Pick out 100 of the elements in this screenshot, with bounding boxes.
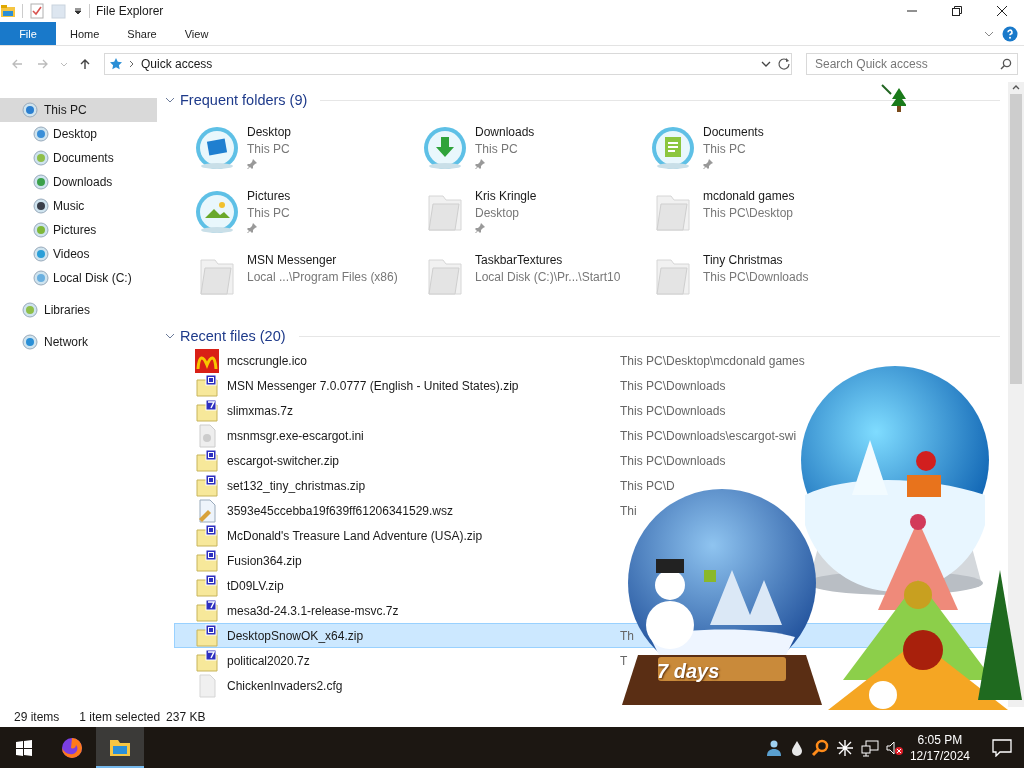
ribbon-tab[interactable]: Share	[113, 22, 171, 45]
file-row[interactable]: mcscrungle.ico This PC\Desktop\mcdonald games	[174, 348, 1000, 373]
sidebar-item[interactable]: This PC	[0, 98, 157, 122]
archive-icon	[195, 648, 219, 673]
orb-icon	[33, 174, 49, 190]
orb-icon[interactable]	[193, 188, 241, 236]
file-path: This PC\Downloads	[620, 453, 726, 468]
dropdown-icon[interactable]	[761, 60, 771, 68]
folder-name[interactable]: Desktop	[247, 125, 292, 139]
ribbon-tab[interactable]: View	[170, 22, 223, 45]
file-name: 3593e45ccebba19f639ff61206341529.wsz	[227, 503, 454, 518]
archive-icon	[195, 523, 219, 548]
windows-logo-icon[interactable]	[16, 739, 32, 756]
asterisk-icon[interactable]	[835, 738, 854, 757]
chevron-icon	[129, 60, 135, 68]
file-path: This PC\Desktop\mcdonald games	[620, 353, 805, 368]
taskbar-app-button[interactable]	[96, 727, 144, 768]
chevron-icon[interactable]	[165, 95, 175, 105]
file-name: mcscrungle.ico	[227, 353, 309, 368]
person-icon[interactable]	[764, 738, 783, 757]
search-field[interactable]: Search Quick access	[806, 53, 1018, 75]
file-name: DesktopSnowOK_x64.zip	[227, 628, 365, 643]
file-name: MSN Messenger 7.0.0777 (English - United States).zip	[227, 378, 520, 393]
folder-location: This PC	[247, 206, 291, 220]
window-title: File Explorer	[96, 4, 164, 18]
selection-size: 237 KB	[166, 710, 206, 724]
folder-name[interactable]: Tiny Christmas	[703, 253, 809, 267]
chevron-icon[interactable]	[165, 331, 175, 341]
file-row[interactable]: tD09LV.zip	[174, 573, 1000, 598]
archive-icon	[195, 398, 219, 423]
file-path: Thi	[620, 503, 637, 518]
orb-icon[interactable]	[193, 124, 241, 172]
network-icon[interactable]	[860, 738, 879, 757]
file-row[interactable]: Fusion364.zip	[174, 548, 1000, 573]
folder-icon[interactable]	[0, 3, 16, 19]
folder-name[interactable]: MSN Messenger	[247, 253, 398, 267]
file-row[interactable]: MSN Messenger 7.0.0777 (English - United States).zip This PC\Downloads	[174, 373, 1000, 398]
folder-location: Local ...\Program Files (x86)	[247, 270, 398, 284]
star-icon	[109, 57, 123, 71]
help-icon[interactable]	[1002, 25, 1018, 42]
image-file-icon	[195, 348, 219, 373]
folder-location: This PC\Desktop	[703, 206, 795, 220]
folder-name[interactable]: Downloads	[475, 125, 535, 139]
ribbon-tab[interactable]: Home	[56, 22, 114, 45]
refresh-icon[interactable]	[777, 57, 791, 71]
folder-name[interactable]: Documents	[703, 125, 764, 139]
file-path: This PC\Downloads	[620, 403, 726, 418]
file-row[interactable]: escargot-switcher.zip This PC\Downloads	[174, 448, 1000, 473]
sidebar-item[interactable]: Pictures	[0, 218, 157, 242]
folder-name[interactable]: Kris Kringle	[475, 189, 537, 203]
archive-icon	[195, 598, 219, 623]
file-row[interactable]: 3593e45ccebba19f639ff61206341529.wsz Thi	[174, 498, 1000, 523]
address-field[interactable]: Quick access	[104, 53, 792, 75]
archive-icon	[195, 548, 219, 573]
file-row[interactable]: msnmsgr.exe-escargot.ini This PC\Downloads\escargot-swi	[174, 423, 1000, 448]
file-name: McDonald's Treasure Land Adventure (USA).zip	[227, 528, 484, 543]
up-arrow-icon[interactable]	[79, 58, 91, 70]
search-icon	[1000, 58, 1012, 70]
folder-location: This PC	[703, 142, 747, 156]
sidebar-item[interactable]: Libraries	[0, 298, 157, 322]
folder-name[interactable]: mcdonald games	[703, 189, 795, 203]
orb-icon	[33, 246, 49, 262]
sidebar-item[interactable]: Documents	[0, 146, 157, 170]
clock-date[interactable]: 12/17/2024	[909, 747, 970, 764]
file-row[interactable]: McDonald's Treasure Land Adventure (USA).zip	[174, 523, 1000, 548]
dropdown-icon[interactable]	[73, 6, 83, 16]
file-path: This PC\Downloads	[620, 378, 726, 393]
sidebar-item[interactable]: Network	[0, 330, 157, 354]
folder-name[interactable]: TaskbarTextures	[475, 253, 621, 267]
orb-icon	[22, 302, 38, 318]
orb-icon	[33, 126, 49, 142]
speech-bubble-icon[interactable]	[992, 738, 1012, 757]
folder-location: This PC\Downloads	[703, 270, 809, 284]
magnifier-icon[interactable]	[810, 738, 829, 757]
close-icon[interactable]	[996, 6, 1007, 16]
sidebar-item[interactable]: Desktop	[0, 122, 157, 146]
item-count: 29 items	[14, 710, 60, 724]
folder-location: This PC	[475, 142, 519, 156]
archive-icon	[195, 473, 219, 498]
folder-name[interactable]: Pictures	[247, 189, 291, 203]
scrollbar-thumb[interactable]	[1010, 94, 1022, 384]
folder-location: Local Disk (C:)\Pr...\Start10	[475, 270, 621, 284]
expand-ribbon-icon[interactable]	[984, 29, 994, 38]
restore-icon[interactable]	[951, 6, 962, 16]
orb-icon	[22, 102, 38, 118]
sidebar-item[interactable]: Downloads	[0, 170, 157, 194]
file-row[interactable]: slimxmas.7z This PC\Downloads	[174, 398, 1000, 423]
orb-icon	[33, 270, 49, 286]
sidebar-item[interactable]: Music	[0, 194, 157, 218]
properties-icon[interactable]	[29, 3, 45, 19]
file-menu-button[interactable]: File	[0, 22, 56, 45]
orb-icon[interactable]	[421, 124, 469, 172]
file-name: ChickenInvaders2.cfg	[227, 678, 344, 693]
clock-time[interactable]: 6:05 PM	[917, 731, 963, 748]
file-row[interactable]: set132_tiny_christmas.zip This PC\D	[174, 473, 1000, 498]
file-path: This PC\D	[620, 478, 675, 493]
sidebar-item[interactable]: Local Disk (C:)	[0, 266, 157, 290]
section-title: Frequent folders (9)	[180, 92, 308, 108]
gadget-label: 7 days	[657, 660, 720, 683]
sidebar-item[interactable]: Videos	[0, 242, 157, 266]
